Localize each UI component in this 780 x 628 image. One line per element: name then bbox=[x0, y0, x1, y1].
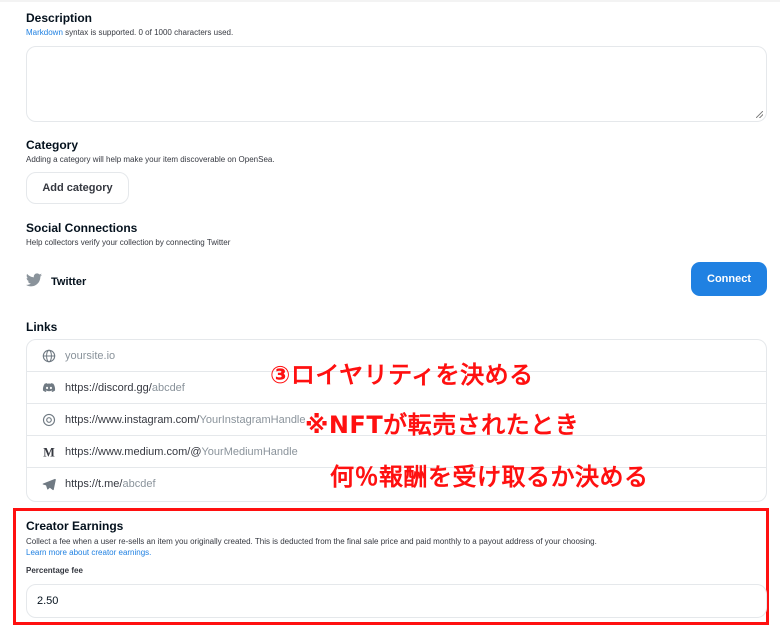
social-subtitle: Help collectors verify your collection b… bbox=[26, 238, 231, 247]
annotation-line-2: ※NFTが転売されたとき bbox=[305, 411, 580, 439]
medium-icon: M bbox=[41, 444, 57, 460]
percentage-fee-input[interactable]: 2.50 bbox=[26, 584, 767, 618]
annotation-line-3: 何％報酬を受け取るか決める bbox=[330, 463, 649, 491]
globe-icon bbox=[41, 348, 57, 364]
markdown-link[interactable]: Markdown bbox=[26, 28, 63, 37]
telegram-input[interactable]: https://t.me/abcdef bbox=[65, 478, 156, 490]
percentage-fee-label: Percentage fee bbox=[26, 566, 83, 575]
description-help: Markdown syntax is supported. 0 of 1000 … bbox=[26, 28, 233, 37]
creator-earnings-description: Collect a fee when a user re-sells an it… bbox=[26, 537, 597, 546]
telegram-icon bbox=[41, 476, 57, 492]
instagram-input[interactable]: https://www.instagram.com/YourInstagramH… bbox=[65, 414, 306, 426]
resize-handle-icon[interactable] bbox=[756, 111, 763, 118]
website-input[interactable]: yoursite.io bbox=[65, 350, 115, 362]
twitter-icon bbox=[26, 272, 42, 292]
annotation-line-1: ③ロイヤリティを決める bbox=[270, 361, 534, 389]
description-title: Description bbox=[26, 11, 93, 25]
discord-icon bbox=[41, 380, 57, 396]
learn-more-link[interactable]: Learn more about creator earnings. bbox=[26, 548, 151, 557]
links-title: Links bbox=[26, 320, 58, 334]
description-textarea[interactable] bbox=[26, 46, 767, 122]
creator-earnings-title: Creator Earnings bbox=[26, 519, 124, 533]
top-divider bbox=[0, 0, 780, 2]
description-help-text: syntax is supported. 0 of 1000 character… bbox=[62, 28, 234, 37]
svg-text:M: M bbox=[43, 445, 55, 459]
connect-twitter-button[interactable]: Connect bbox=[691, 262, 767, 296]
medium-input[interactable]: https://www.medium.com/@YourMediumHandle bbox=[65, 446, 298, 458]
instagram-icon bbox=[41, 412, 57, 428]
twitter-row: Twitter bbox=[26, 272, 87, 292]
discord-input[interactable]: https://discord.gg/abcdef bbox=[65, 382, 185, 394]
twitter-label: Twitter bbox=[51, 276, 87, 288]
add-category-button[interactable]: Add category bbox=[26, 172, 129, 204]
social-title: Social Connections bbox=[26, 221, 138, 235]
category-subtitle: Adding a category will help make your it… bbox=[26, 155, 275, 164]
category-title: Category bbox=[26, 138, 79, 152]
